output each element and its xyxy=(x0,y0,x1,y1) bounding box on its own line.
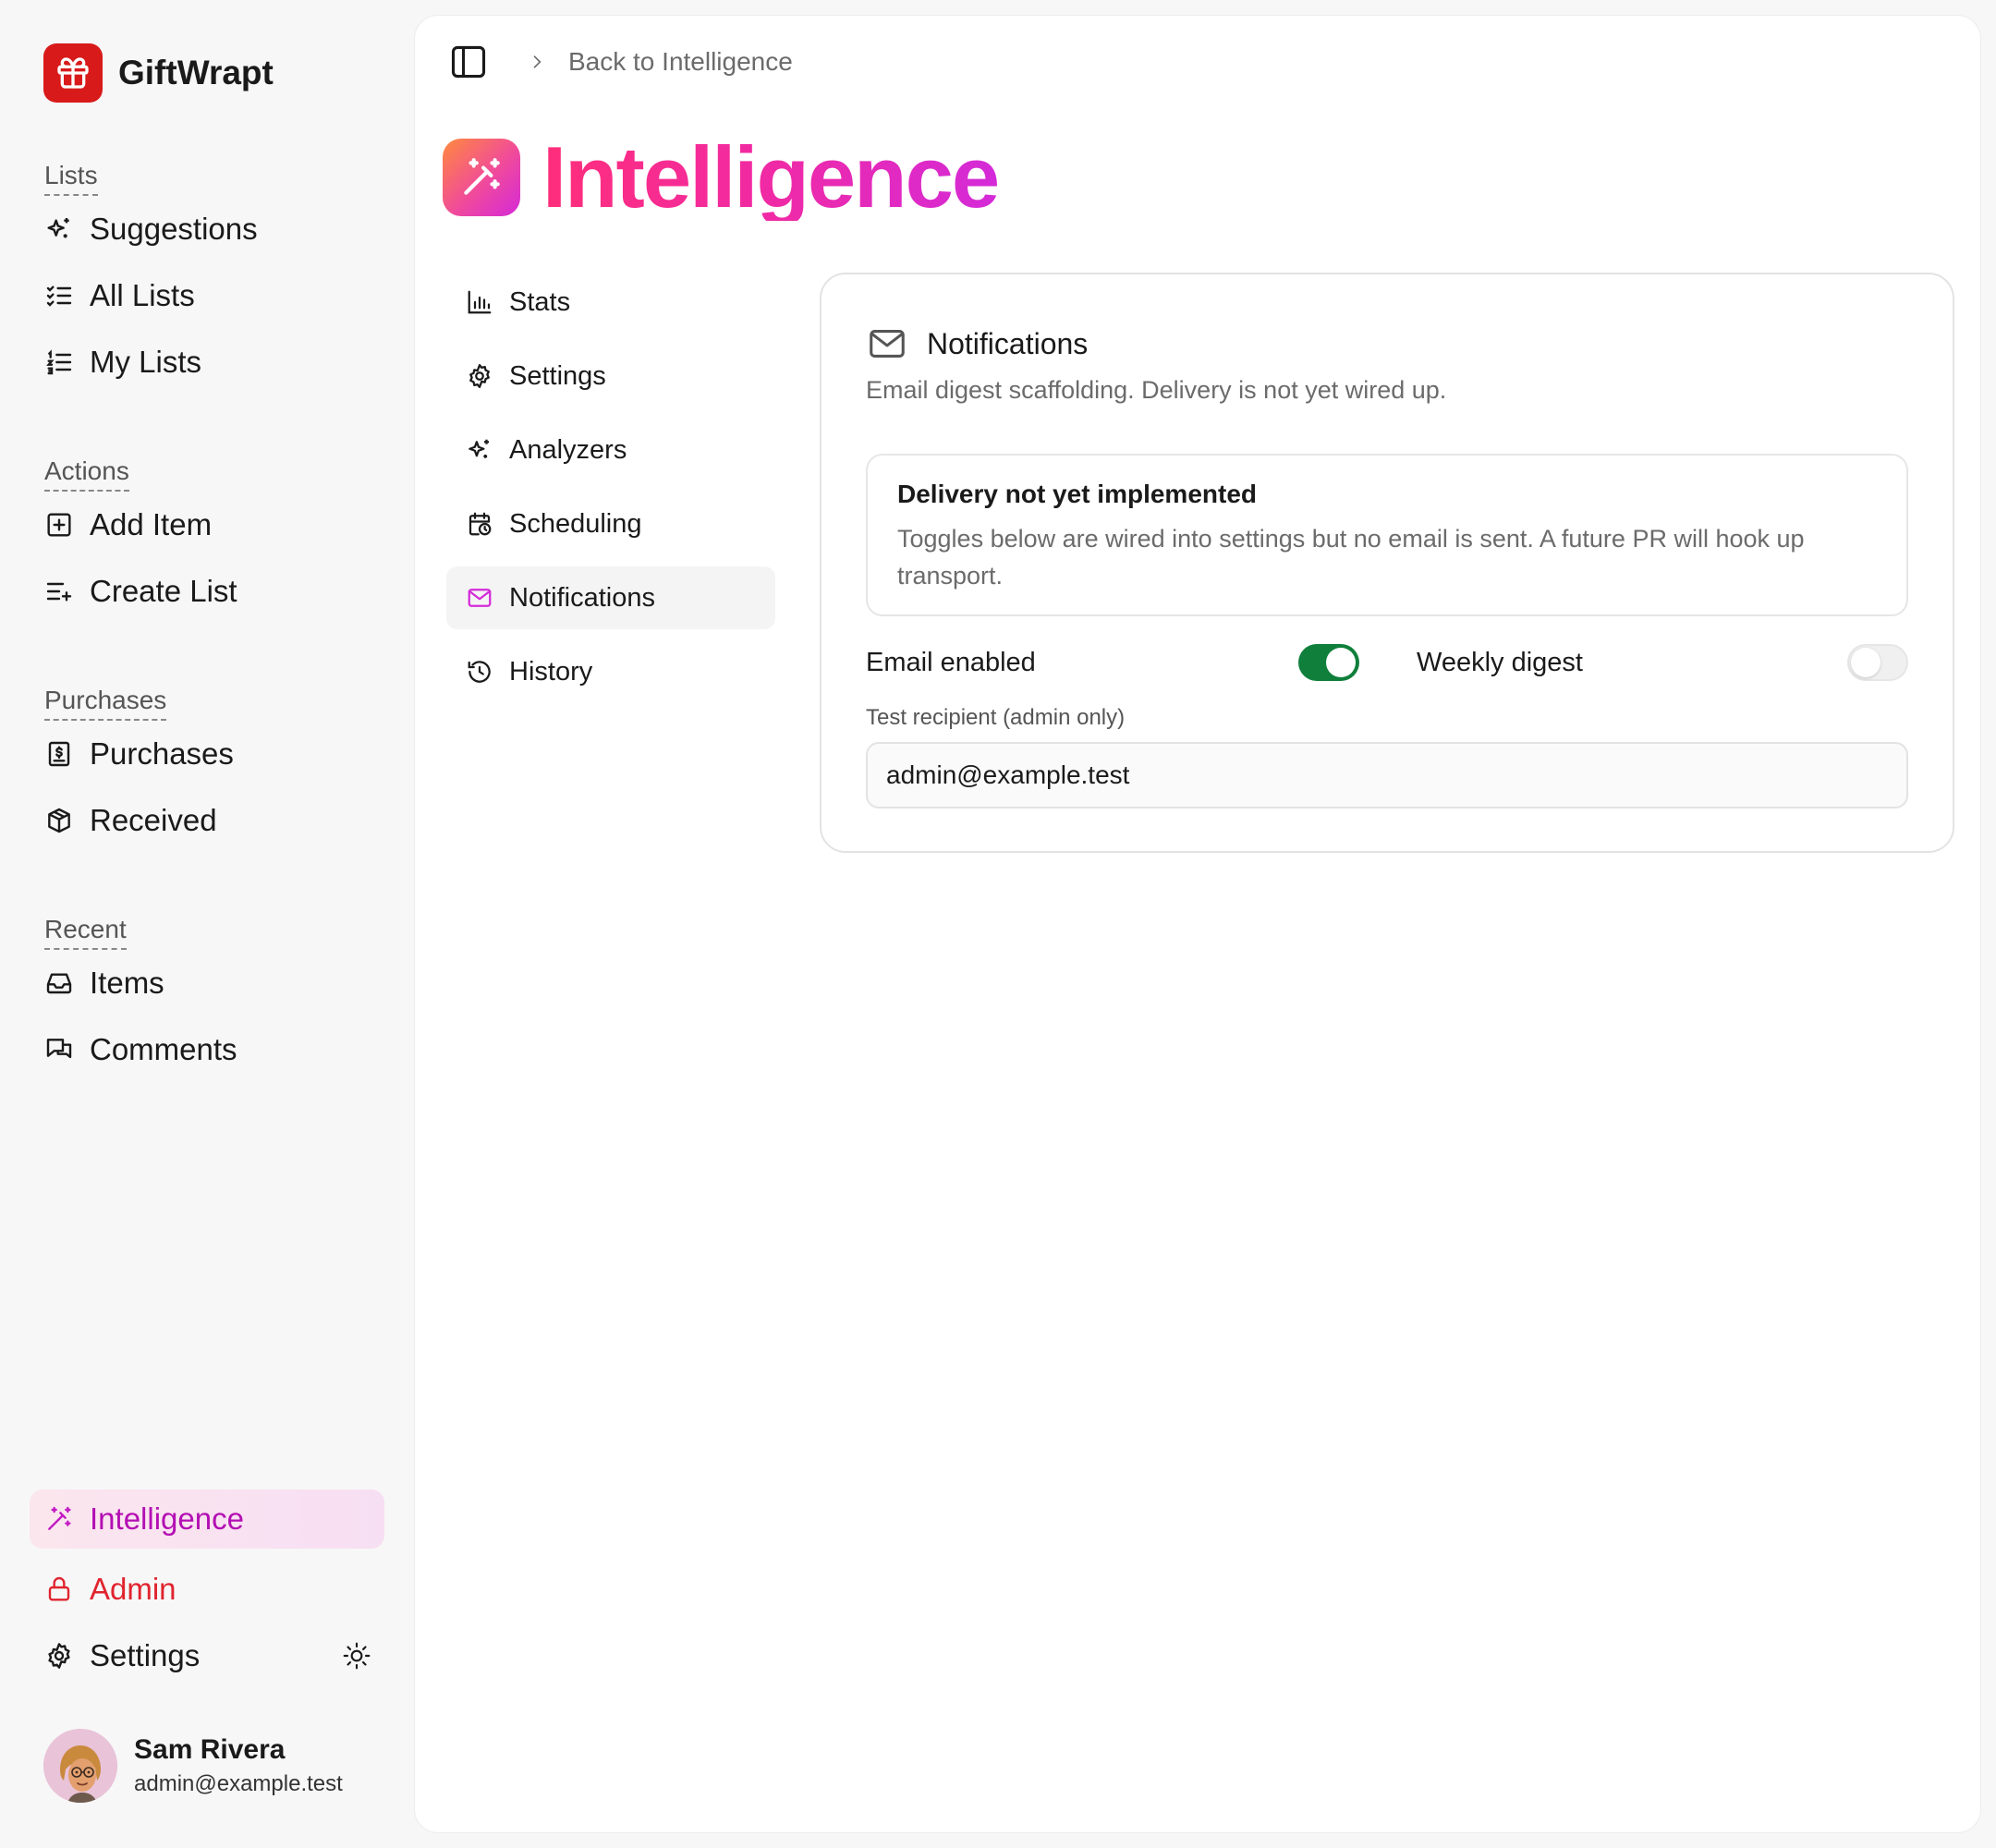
sidebar-item-label: My Lists xyxy=(90,345,202,379)
sidebar-item-suggestions[interactable]: Suggestions xyxy=(30,196,384,262)
sparkles-icon xyxy=(465,435,494,465)
sidebar-item-label: Intelligence xyxy=(90,1502,244,1536)
sidebar-item-label: Received xyxy=(90,803,217,837)
wand-icon xyxy=(443,139,520,216)
sidebar-item-intelligence[interactable]: Intelligence xyxy=(30,1489,384,1549)
gear-icon xyxy=(465,361,494,391)
sidebar: GiftWrapt Lists Suggestions All Lists My… xyxy=(0,0,414,1848)
square-plus-icon xyxy=(44,510,74,540)
sidebar-item-add-item[interactable]: Add Item xyxy=(30,492,384,558)
gift-icon xyxy=(43,43,103,103)
sidebar-item-label: Suggestions xyxy=(90,212,258,246)
notice-title: Delivery not yet implemented xyxy=(897,480,1258,508)
test-recipient-input[interactable] xyxy=(866,742,1908,808)
sidebar-item-label: Items xyxy=(90,966,164,1000)
sidebar-item-my-lists[interactable]: My Lists xyxy=(30,329,384,395)
history-icon xyxy=(465,657,494,687)
card-description: Email digest scaffolding. Delivery is no… xyxy=(866,376,1447,404)
weekly-digest-label: Weekly digest xyxy=(1417,648,1583,677)
sidebar-item-label: Create List xyxy=(90,574,237,608)
tab-label: History xyxy=(509,656,593,687)
sidebar-item-purchases[interactable]: Purchases xyxy=(30,721,384,787)
breadcrumb[interactable]: Back to Intelligence xyxy=(568,47,793,77)
email-enabled-toggle[interactable] xyxy=(1298,644,1359,681)
mail-icon xyxy=(465,583,494,613)
sidebar-item-received[interactable]: Received xyxy=(30,787,384,854)
card-title: Notifications xyxy=(927,326,1089,360)
notifications-card: Notifications Email digest scaffolding. … xyxy=(820,273,1954,853)
package-icon xyxy=(44,806,74,835)
tab-history[interactable]: History xyxy=(446,640,775,703)
tab-analyzers[interactable]: Analyzers xyxy=(446,419,775,481)
main-panel: Back to Intelligence Intelligence Stats … xyxy=(414,15,1981,1833)
page-title: Intelligence xyxy=(542,128,1000,225)
tab-label: Notifications xyxy=(509,582,655,613)
tab-label: Analyzers xyxy=(509,434,627,465)
sidebar-item-label: Settings xyxy=(90,1638,201,1672)
page-header: Intelligence xyxy=(443,128,1000,225)
tab-scheduling[interactable]: Scheduling xyxy=(446,492,775,555)
user-name: Sam Rivera xyxy=(134,1734,286,1765)
brand[interactable]: GiftWrapt xyxy=(43,43,274,103)
inbox-icon xyxy=(44,968,74,998)
notice-box: Delivery not yet implemented Toggles bel… xyxy=(866,454,1908,616)
tab-settings[interactable]: Settings xyxy=(446,345,775,407)
panel-left-icon[interactable] xyxy=(448,42,489,82)
list-plus-icon xyxy=(44,577,74,606)
card-header: Notifications xyxy=(866,322,1088,365)
wand-icon xyxy=(44,1504,74,1534)
sun-icon[interactable] xyxy=(342,1641,371,1671)
user-profile[interactable]: Sam Rivera admin@example.test xyxy=(43,1729,343,1803)
sidebar-item-create-list[interactable]: Create List xyxy=(30,558,384,625)
gear-icon xyxy=(44,1641,74,1671)
nav-section-purchases: Purchases Purchases Received xyxy=(30,684,384,854)
tab-label: Stats xyxy=(509,286,571,317)
test-recipient-label: Test recipient (admin only) xyxy=(866,705,1126,730)
section-label-lists: Lists xyxy=(44,159,98,196)
sidebar-item-label: All Lists xyxy=(90,278,195,312)
tab-stats[interactable]: Stats xyxy=(446,271,775,334)
app-name: GiftWrapt xyxy=(118,54,274,91)
section-label-recent: Recent xyxy=(44,913,127,950)
avatar xyxy=(43,1729,117,1803)
lock-icon xyxy=(44,1574,74,1604)
section-label-purchases: Purchases xyxy=(44,684,167,721)
mail-icon xyxy=(866,322,908,365)
sidebar-item-label: Comments xyxy=(90,1032,237,1066)
tab-label: Scheduling xyxy=(509,508,642,539)
section-label-actions: Actions xyxy=(44,455,129,492)
receipt-icon xyxy=(44,739,74,769)
weekly-digest-toggle[interactable] xyxy=(1847,644,1908,681)
tab-label: Settings xyxy=(509,360,606,391)
nav-section-bottom: Intelligence Admin Settings xyxy=(30,1489,384,1689)
sidebar-item-label: Purchases xyxy=(90,736,234,771)
sidebar-item-items[interactable]: Items xyxy=(30,950,384,1016)
sidebar-item-label: Admin xyxy=(90,1572,176,1606)
bar-chart-icon xyxy=(465,287,494,317)
calendar-clock-icon xyxy=(465,509,494,539)
toggle-row: Email enabled Weekly digest xyxy=(866,638,1908,687)
chevron-right-icon xyxy=(528,53,546,71)
email-enabled-label: Email enabled xyxy=(866,648,1036,677)
nav-section-actions: Actions Add Item Create List xyxy=(30,455,384,625)
list-ordered-icon xyxy=(44,347,74,377)
user-email: admin@example.test xyxy=(134,1771,343,1796)
tab-notifications[interactable]: Notifications xyxy=(446,566,775,629)
sidebar-item-label: Add Item xyxy=(90,507,213,541)
nav-section-lists: Lists Suggestions All Lists My Lists xyxy=(30,159,384,395)
intelligence-subnav: Stats Settings Analyzers Scheduling Noti… xyxy=(446,271,775,714)
sidebar-item-comments[interactable]: Comments xyxy=(30,1016,384,1083)
sidebar-item-admin[interactable]: Admin xyxy=(30,1556,384,1623)
nav-section-recent: Recent Items Comments xyxy=(30,913,384,1083)
sidebar-item-all-lists[interactable]: All Lists xyxy=(30,262,384,329)
sparkles-icon xyxy=(44,214,74,244)
topbar: Back to Intelligence xyxy=(448,40,793,84)
sidebar-item-settings[interactable]: Settings xyxy=(30,1623,384,1689)
messages-icon xyxy=(44,1035,74,1064)
notice-body: Toggles below are wired into settings bu… xyxy=(897,525,1805,590)
list-checks-icon xyxy=(44,281,74,310)
